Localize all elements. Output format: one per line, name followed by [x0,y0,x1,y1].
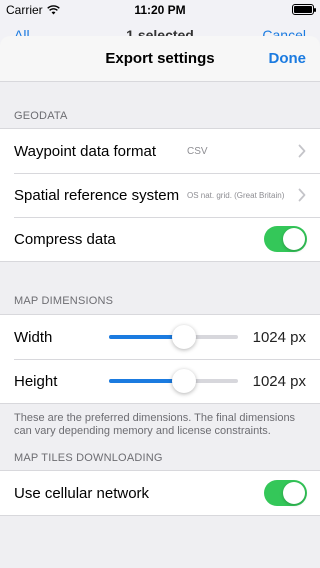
map-tiles-group: Use cellular network [0,470,320,516]
spatial-reference-label: Spatial reference system [14,186,180,204]
battery-fill [294,6,312,13]
cellular-toggle[interactable] [264,480,307,506]
sheet-header: Export settings Done [0,36,320,82]
width-value: 1024 px [252,328,306,346]
section-header-map-tiles: MAP TILES DOWNLOADING [14,452,163,464]
height-row: Height 1024 px [0,359,320,403]
toggle-knob [283,482,305,504]
export-settings-sheet: Export settings Done GEODATA Waypoint da… [0,36,320,568]
section-header-geodata: GEODATA [14,110,68,122]
compress-data-label: Compress data [14,230,116,248]
geodata-group: Waypoint data format CSV Spatial referen… [0,128,320,262]
chevron-right-icon [298,188,306,202]
section-header-map-dimensions: MAP DIMENSIONS [14,295,114,307]
spatial-reference-row[interactable]: Spatial reference system OS nat. grid. (… [0,173,320,217]
height-value: 1024 px [252,372,306,390]
slider-thumb[interactable] [171,325,196,349]
background-cancel-button: Cancel [262,27,306,36]
chevron-right-icon [298,144,306,158]
cellular-row: Use cellular network [0,471,320,515]
map-dimensions-group: Width 1024 px Height 1024 px [0,314,320,404]
width-label: Width [14,328,53,346]
done-button[interactable]: Done [269,50,307,67]
background-nav-bar: All 1 selected Cancel [0,20,320,36]
status-bar: Carrier 11:20 PM [0,0,320,20]
spatial-reference-value: OS nat. grid. (Great Britain) [187,191,285,200]
waypoint-format-row[interactable]: Waypoint data format CSV [0,129,320,173]
cellular-label: Use cellular network [14,484,150,502]
battery-icon [292,4,316,15]
slider-thumb[interactable] [171,369,196,393]
status-time: 11:20 PM [134,3,186,17]
compress-data-toggle[interactable] [264,226,307,252]
waypoint-format-label: Waypoint data format [14,142,157,160]
toggle-knob [283,228,305,250]
width-row: Width 1024 px [0,315,320,359]
waypoint-format-value: CSV [187,146,208,157]
compress-data-row: Compress data [0,217,320,261]
dimensions-footer-note: These are the preferred dimensions. The … [14,412,296,437]
height-slider[interactable] [109,369,238,393]
height-label: Height [14,372,58,390]
width-slider[interactable] [109,325,238,349]
